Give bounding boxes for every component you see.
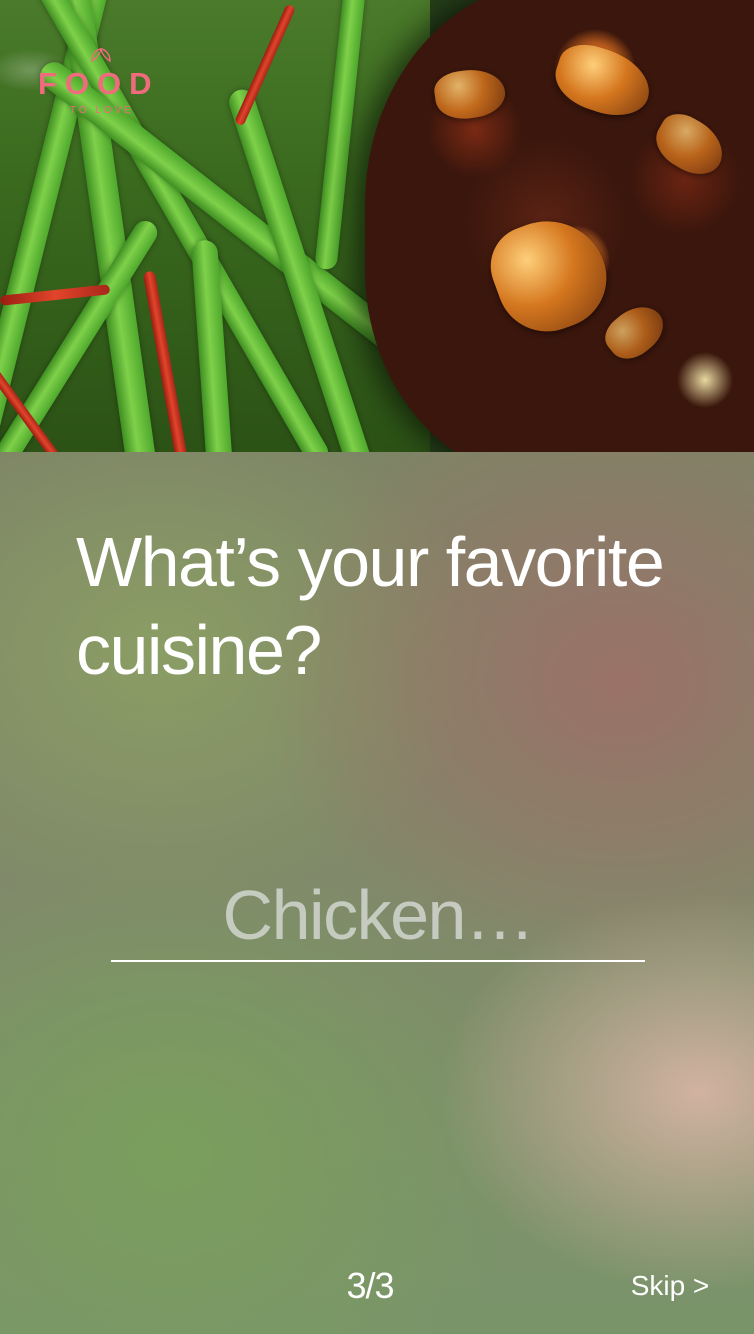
glazed-meat-graphic: [365, 0, 754, 452]
hero-food-image: FOOD TO LOVE: [0, 0, 754, 452]
logo-tagline: TO LOVE: [69, 105, 135, 116]
skip-button[interactable]: Skip >: [620, 1264, 720, 1308]
cuisine-input[interactable]: [111, 870, 645, 960]
logo-word: FOOD: [38, 66, 160, 101]
input-underline: [111, 960, 645, 962]
question-line-1: What’s your favorite: [76, 523, 665, 601]
onboarding-screen: FOOD TO LOVE What’s your favorite cuisin…: [0, 0, 754, 1334]
page-indicator: 3/3: [346, 1265, 394, 1306]
cuisine-answer-field: [111, 870, 645, 964]
leaf-icon: [91, 48, 111, 62]
food-to-love-logo: FOOD TO LOVE: [38, 48, 168, 118]
question-line-2: cuisine?: [76, 611, 322, 689]
question-title: What’s your favorite cuisine?: [76, 518, 716, 694]
